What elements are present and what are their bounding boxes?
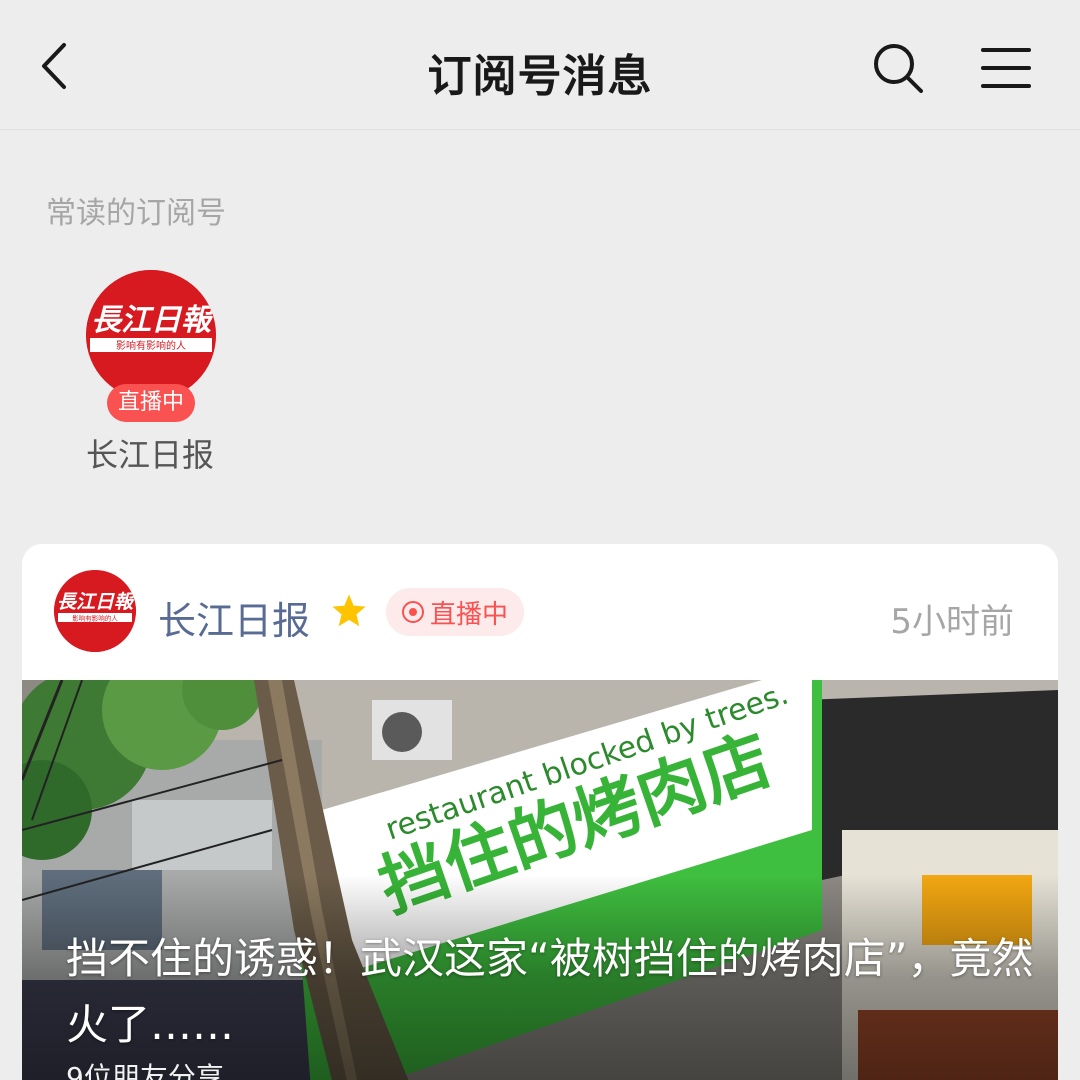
frequent-account-name: 长江日报 [86,436,215,474]
search-button[interactable] [866,36,930,100]
account-logo: 長江日報 影响有影响的人 [86,270,216,400]
live-dot-icon [401,601,424,623]
article-cover-image[interactable]: restaurant blocked by trees. 挡住的烤肉店 Ba 被… [22,680,1058,1080]
menu-button[interactable] [974,36,1038,100]
frequent-section-label: 常读的订阅号 [46,196,226,231]
top-nav-bar: 订阅号消息 [0,0,1080,130]
article-card: 長江日報 影响有影响的人 长江日报 直播中 5小时前 restaurant bl… [22,544,1058,1080]
article-source-name[interactable]: 长江日报 [158,590,310,645]
article-source-avatar[interactable]: 長江日報 影响有影响的人 [54,570,136,652]
star-icon [332,594,366,627]
article-time: 5小时前 [890,602,1014,642]
svg-text:影响有影响的人: 影响有影响的人 [72,614,118,623]
live-status-chip[interactable]: 直播中 [386,588,524,636]
menu-icon [981,48,1031,88]
svg-text:影响有影响的人: 影响有影响的人 [116,339,186,352]
article-share-count: 9位朋友分享 [66,1061,224,1080]
svg-text:長江日報: 長江日報 [57,591,136,613]
live-status-label: 直播中 [429,599,508,630]
svg-text:長江日報: 長江日報 [91,303,215,338]
article-title[interactable]: 挡不住的诱惑！武汉这家“被树挡住的烤肉店”，竟然火了…… [66,926,1036,1058]
live-badge: 直播中 [107,384,195,422]
search-icon [874,44,923,93]
